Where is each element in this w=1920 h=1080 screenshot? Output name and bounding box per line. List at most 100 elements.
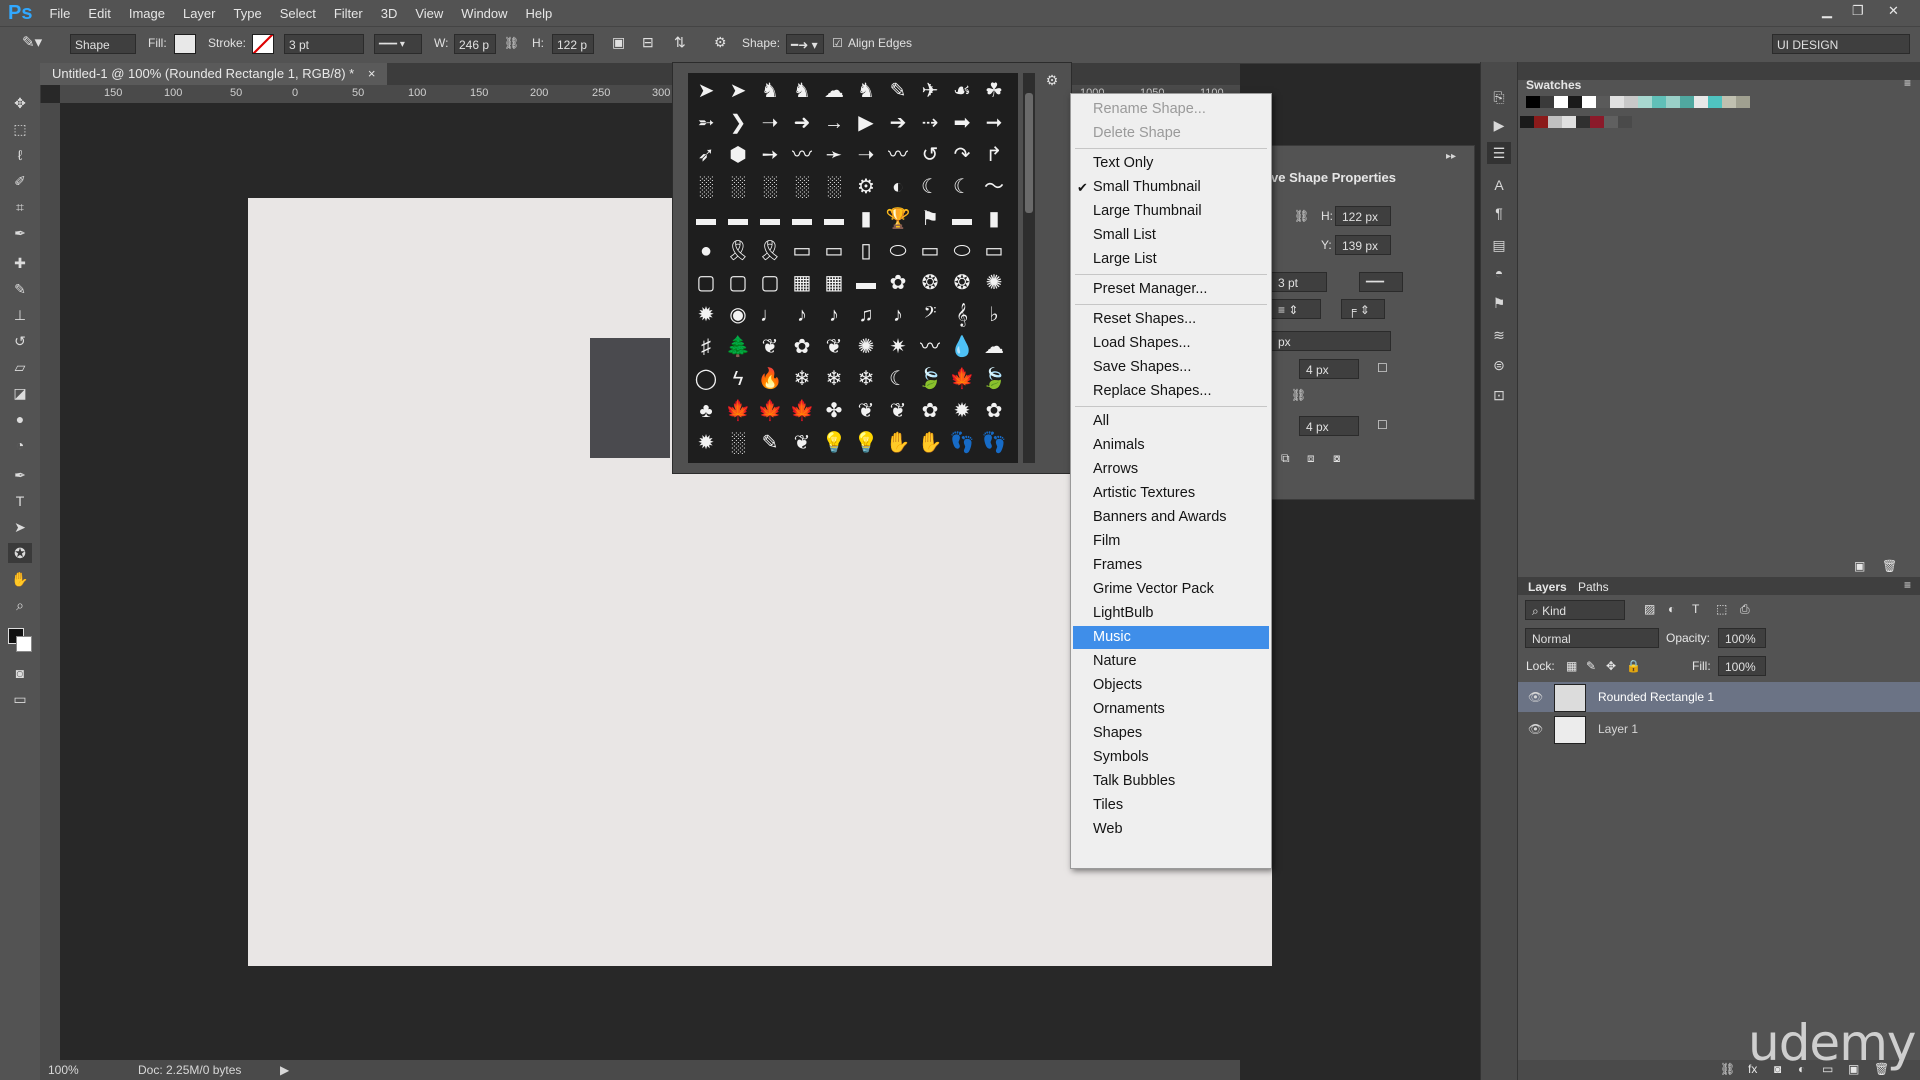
shape-thumbnail[interactable]: ➡ bbox=[946, 107, 978, 139]
shape-thumbnail[interactable]: ❄ bbox=[786, 363, 818, 395]
color-swatch[interactable] bbox=[1638, 96, 1652, 108]
shape-thumbnail[interactable]: ❦ bbox=[882, 395, 914, 427]
shape-thumbnail[interactable]: 💡 bbox=[850, 427, 882, 459]
shape-thumbnail[interactable]: ➤ bbox=[690, 75, 722, 107]
color-swatch[interactable] bbox=[1540, 96, 1554, 108]
align-edges-checkbox[interactable]: ☑ bbox=[832, 36, 843, 50]
shape-thumbnail[interactable]: ✈ bbox=[914, 75, 946, 107]
menu-item-nature[interactable]: Nature bbox=[1073, 650, 1269, 673]
history-icon[interactable]: ⎘ bbox=[1487, 86, 1511, 108]
shape-thumbnail[interactable]: ✋ bbox=[882, 427, 914, 459]
link-corners-icon[interactable]: ⛓ bbox=[1291, 388, 1306, 402]
shape-thumbnail[interactable]: ☾ bbox=[882, 363, 914, 395]
color-swatch[interactable] bbox=[1618, 116, 1632, 128]
layer-row[interactable]: 👁 Layer 1 bbox=[1518, 714, 1920, 744]
menu-select[interactable]: Select bbox=[271, 6, 325, 21]
hand-tool-icon[interactable]: ✋ bbox=[8, 569, 32, 589]
corner-radius-field-2[interactable]: 4 px bbox=[1299, 416, 1359, 436]
props-stroke-type[interactable]: ━━━ bbox=[1359, 272, 1403, 292]
menu-file[interactable]: File bbox=[40, 6, 79, 21]
zoom-tool-icon[interactable]: ⌕ bbox=[8, 595, 32, 615]
shape-thumbnail[interactable]: ▬ bbox=[690, 203, 722, 235]
minimize-icon[interactable]: ▁ bbox=[1822, 3, 1832, 19]
color-swatch[interactable] bbox=[1590, 116, 1604, 128]
path-op-intersect-icon[interactable]: ⧇ bbox=[1333, 451, 1341, 466]
shape-thumbnail[interactable]: ✿ bbox=[978, 395, 1010, 427]
layer-filter-select[interactable]: ⌕ Kind bbox=[1525, 600, 1625, 620]
layers-menu-icon[interactable]: ≡ bbox=[1904, 578, 1911, 592]
menu-item-large-list[interactable]: Large List bbox=[1073, 248, 1269, 271]
layer-comps-icon[interactable]: ⊜ bbox=[1487, 354, 1511, 376]
shape-thumbnail[interactable]: ✹ bbox=[946, 395, 978, 427]
link-icon[interactable]: ⛓ bbox=[1294, 209, 1309, 223]
shape-thumbnail[interactable]: ░ bbox=[722, 427, 754, 459]
shape-thumbnail[interactable]: ◐ bbox=[882, 171, 914, 203]
shape-thumbnail[interactable]: ❦ bbox=[754, 331, 786, 363]
menu-item-animals[interactable]: Animals bbox=[1073, 434, 1269, 457]
corner-radius-field-1[interactable]: 4 px bbox=[1299, 359, 1359, 379]
lock-all-icon[interactable]: 🔒 bbox=[1626, 659, 1641, 673]
shape-thumbnail[interactable]: ▯ bbox=[850, 235, 882, 267]
shape-thumbnail[interactable]: ❄ bbox=[850, 363, 882, 395]
clone-stamp-tool-icon[interactable]: ⊥ bbox=[8, 305, 32, 325]
shape-thumbnail[interactable]: 🔥 bbox=[754, 363, 786, 395]
shape-thumbnail[interactable]: 👣 bbox=[946, 427, 978, 459]
color-swatch[interactable] bbox=[1610, 96, 1624, 108]
link-dimensions-icon[interactable]: ⛓ bbox=[504, 36, 519, 50]
shape-thumbnail[interactable]: ❂ bbox=[946, 267, 978, 299]
character-icon[interactable]: A bbox=[1487, 174, 1511, 196]
flag-icon[interactable]: ⚑ bbox=[1487, 292, 1511, 314]
shape-thumbnail[interactable]: ░ bbox=[722, 171, 754, 203]
height-field[interactable]: 122 p bbox=[552, 34, 594, 54]
menu-view[interactable]: View bbox=[406, 6, 452, 21]
link-layers-icon[interactable]: ⛓ bbox=[1720, 1062, 1735, 1076]
shape-thumbnail[interactable]: ⬢ bbox=[722, 139, 754, 171]
shape-thumbnail[interactable]: ⬭ bbox=[946, 235, 978, 267]
type-tool-icon[interactable]: T bbox=[8, 491, 32, 511]
layer-name[interactable]: Layer 1 bbox=[1598, 722, 1638, 736]
shape-thumbnail[interactable]: ▢ bbox=[690, 267, 722, 299]
shape-thumbnail[interactable]: 🍁 bbox=[946, 363, 978, 395]
menu-item-large-thumbnail[interactable]: Large Thumbnail bbox=[1073, 200, 1269, 223]
lock-position-icon[interactable]: ✥ bbox=[1606, 659, 1616, 673]
corner-checkbox-1[interactable]: ☐ bbox=[1377, 361, 1388, 375]
shape-thumbnail[interactable]: ➞ bbox=[978, 107, 1010, 139]
delete-swatch-icon[interactable]: 🗑 bbox=[1882, 559, 1897, 573]
menu-image[interactable]: Image bbox=[120, 6, 174, 21]
shape-thumbnail[interactable]: ⚑ bbox=[914, 203, 946, 235]
menu-item-small-thumbnail[interactable]: ✔ Small Thumbnail bbox=[1073, 176, 1269, 199]
shape-thumbnail[interactable]: ➙ bbox=[754, 139, 786, 171]
shape-thumbnail[interactable]: 🎗 bbox=[754, 235, 786, 267]
shape-thumbnail[interactable]: 𝄞 bbox=[946, 299, 978, 331]
shape-thumbnail[interactable]: ▬ bbox=[946, 203, 978, 235]
corner-checkbox-2[interactable]: ☐ bbox=[1377, 418, 1388, 432]
props-cap-select[interactable]: ╒ ⇕ bbox=[1341, 299, 1385, 319]
quick-mask-icon[interactable]: ◙ bbox=[8, 663, 32, 683]
color-swatch[interactable] bbox=[1596, 96, 1610, 108]
shape-thumbnail[interactable]: ◯ bbox=[690, 363, 722, 395]
menu-item-grime-vector-pack[interactable]: Grime Vector Pack bbox=[1073, 578, 1269, 601]
screen-mode-icon[interactable]: ▭ bbox=[8, 689, 32, 709]
shape-thumbnail[interactable]: 🍃 bbox=[978, 363, 1010, 395]
move-tool-icon[interactable]: ✥ bbox=[8, 93, 32, 113]
menu-item-ornaments[interactable]: Ornaments bbox=[1073, 698, 1269, 721]
menu-item-web[interactable]: Web bbox=[1073, 818, 1269, 841]
shape-thumbnail[interactable]: ➤ bbox=[722, 75, 754, 107]
rounded-rectangle-shape[interactable] bbox=[590, 338, 670, 458]
shape-thumbnail[interactable]: ▮ bbox=[850, 203, 882, 235]
shape-tool-preset-icon[interactable]: ✎▾ bbox=[22, 33, 42, 51]
color-swatch[interactable] bbox=[1534, 116, 1548, 128]
color-swatch[interactable] bbox=[1520, 116, 1534, 128]
menu-item-frames[interactable]: Frames bbox=[1073, 554, 1269, 577]
shape-thumbnail[interactable]: ❄ bbox=[818, 363, 850, 395]
path-op-subtract-icon[interactable]: ⧈ bbox=[1307, 451, 1315, 466]
menu-type[interactable]: Type bbox=[225, 6, 271, 21]
status-menu-arrow-icon[interactable]: ▶ bbox=[280, 1063, 289, 1077]
props-unit-field[interactable]: px bbox=[1271, 331, 1391, 351]
shape-thumbnail[interactable]: 🍁 bbox=[754, 395, 786, 427]
shape-thumbnail[interactable]: ░ bbox=[754, 171, 786, 203]
menu-layer[interactable]: Layer bbox=[174, 6, 225, 21]
marquee-tool-icon[interactable]: ⬚ bbox=[8, 119, 32, 139]
shape-thumbnail[interactable]: 🌲 bbox=[722, 331, 754, 363]
stroke-swatch[interactable] bbox=[252, 34, 274, 54]
